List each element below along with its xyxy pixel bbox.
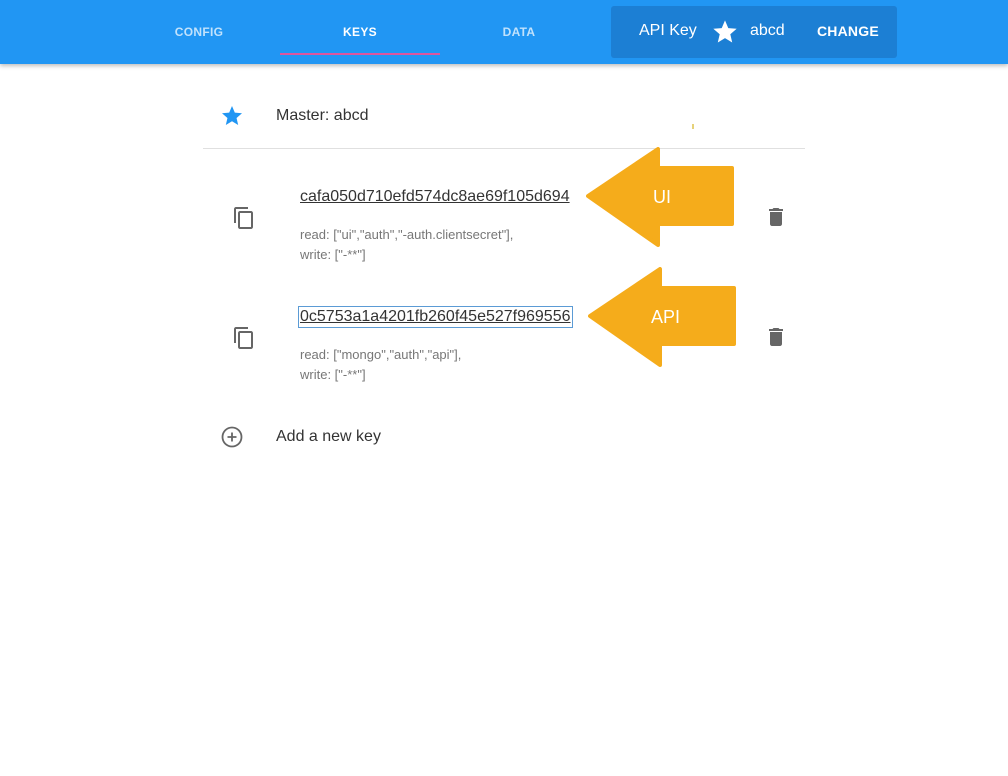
decorative-speck	[692, 124, 694, 129]
tab-data[interactable]: DATA	[439, 0, 599, 64]
read-permissions: read: ["mongo","auth","api"],	[300, 347, 462, 362]
copy-icon[interactable]	[232, 326, 256, 350]
api-key-panel: API Key abcd CHANGE	[611, 6, 897, 58]
active-tab-indicator	[280, 53, 440, 55]
api-key-label: API Key	[639, 22, 697, 39]
star-icon	[222, 106, 242, 125]
write-permissions: write: ["-**"]	[300, 367, 366, 382]
star-icon	[713, 20, 737, 43]
write-permissions: write: ["-**"]	[300, 247, 366, 262]
top-app-bar: CONFIG KEYS DATA API Key abcd CHANGE	[0, 0, 1008, 64]
add-circle-icon[interactable]	[220, 425, 244, 449]
callout-label: API	[651, 307, 681, 327]
delete-icon[interactable]	[764, 205, 788, 229]
change-api-key-button[interactable]: CHANGE	[817, 23, 879, 39]
master-key-label: Master: abcd	[276, 107, 369, 124]
api-key-value: abcd	[750, 22, 785, 39]
delete-icon[interactable]	[764, 325, 788, 349]
api-key-link[interactable]: cafa050d710efd574dc8ae69f105d694	[300, 188, 570, 206]
add-key-button[interactable]: Add a new key	[276, 428, 381, 446]
api-key-link[interactable]: 0c5753a1a4201fb260f45e527f969556	[298, 306, 573, 328]
tab-config[interactable]: CONFIG	[119, 0, 279, 64]
copy-icon[interactable]	[232, 206, 256, 230]
read-permissions: read: ["ui","auth","-auth.clientsecret"]…	[300, 227, 514, 242]
callout-label: UI	[653, 187, 671, 207]
